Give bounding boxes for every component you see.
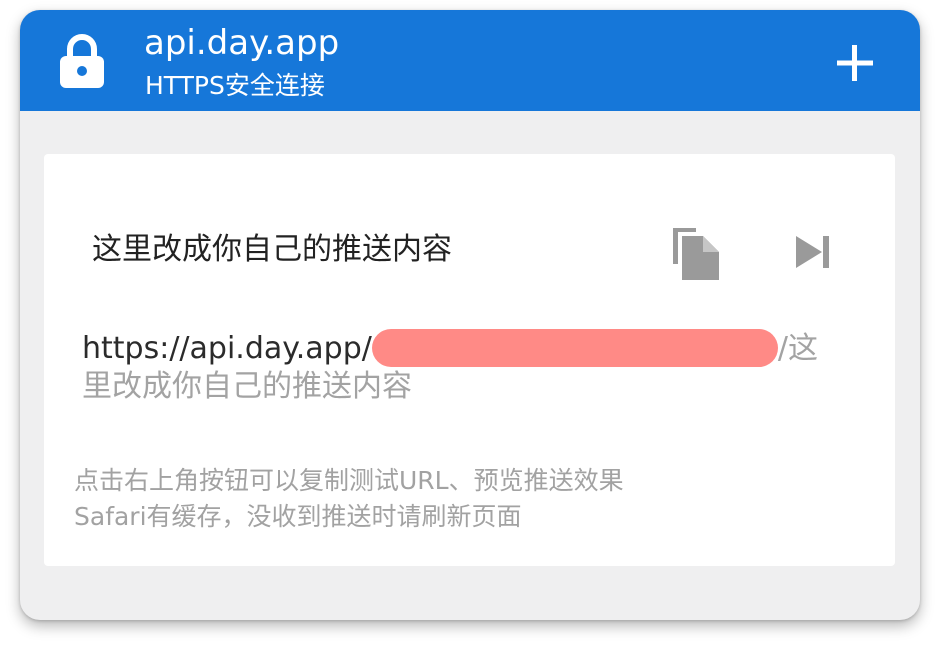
lock-icon [60,34,104,88]
redacted-key [371,329,778,367]
hint-line-2: Safari有缓存，没收到推送时请刷新页面 [74,502,522,531]
copy-icon[interactable] [670,224,722,280]
skip-next-icon[interactable] [790,232,836,272]
hint-line-1: 点击右上角按钮可以复制测试URL、预览推送效果 [74,466,624,495]
app-window: api.day.app HTTPS安全连接 这里改成你自己的推送内容 https… [20,10,920,620]
hint-text: 点击右上角按钮可以复制测试URL、预览推送效果 Safari有缓存，没收到推送时… [74,463,864,535]
header-bar: api.day.app HTTPS安全连接 [20,10,920,111]
test-url[interactable]: https://api.day.app//这里改成你自己的推送内容 [82,329,842,406]
connection-status: HTTPS安全连接 [145,71,325,100]
page-title: api.day.app [144,23,340,63]
url-prefix: https://api.day.app/ [82,331,372,366]
push-message: 这里改成你自己的推送内容 [92,232,452,267]
push-card: 这里改成你自己的推送内容 https://api.day.app//这里改成你自… [44,154,895,566]
plus-icon[interactable] [830,38,880,88]
